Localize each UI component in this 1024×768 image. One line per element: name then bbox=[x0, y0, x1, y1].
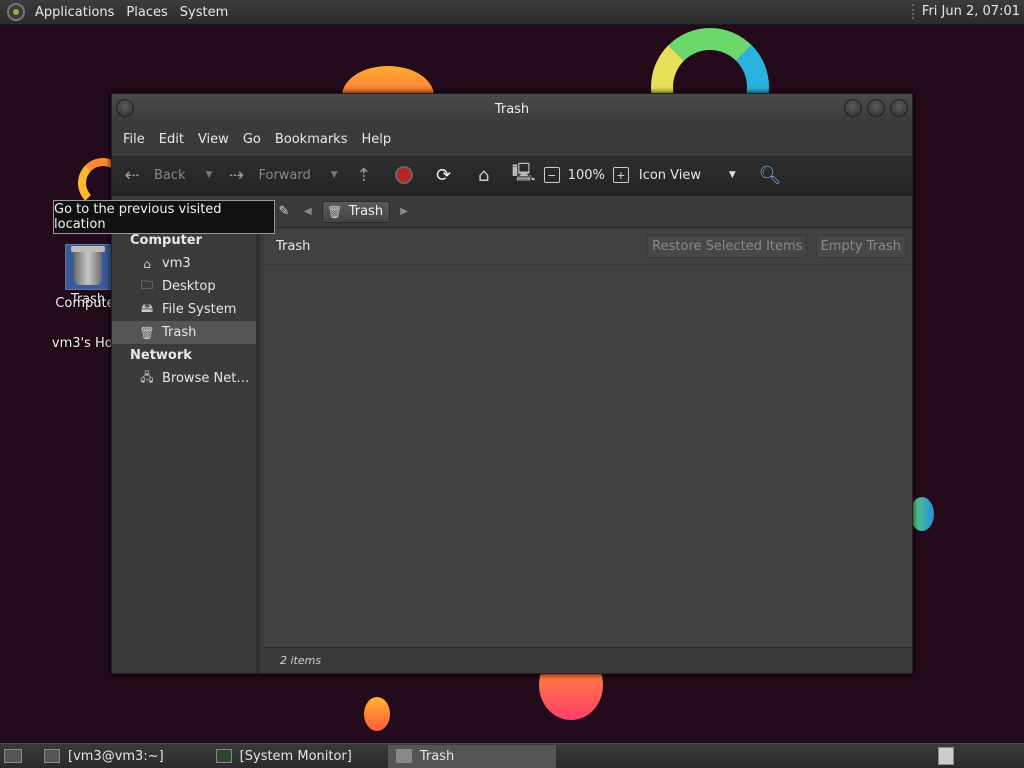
home-icon[interactable]: ⌂ bbox=[472, 163, 496, 187]
home-folder-icon: ⌂ bbox=[143, 256, 151, 271]
toolbar: ⇠ Back ▼ ⇢ Forward ▼ ⇡ ⟳ ⌂ 🖳 − 100% + Ic… bbox=[112, 154, 912, 196]
drive-icon: 🖴︎ bbox=[140, 301, 154, 315]
zoom-level: 100% bbox=[567, 167, 605, 183]
task-system-monitor[interactable]: [System Monitor] bbox=[208, 745, 360, 768]
top-panel: Applications Places System Fri Jun 2, 07… bbox=[0, 0, 1024, 25]
menu-help[interactable]: Help bbox=[354, 132, 398, 147]
menu-file[interactable]: File bbox=[116, 132, 152, 147]
sidebar-item-label: Desktop bbox=[162, 279, 216, 294]
menu-edit[interactable]: Edit bbox=[152, 132, 191, 147]
zoom-out-icon[interactable]: − bbox=[543, 167, 560, 183]
workspace-switcher[interactable] bbox=[938, 747, 954, 765]
task-label: [System Monitor] bbox=[239, 748, 352, 764]
menubar: File Edit View Go Bookmarks Help bbox=[112, 124, 912, 154]
location-edit-icon[interactable]: ✎ bbox=[272, 200, 296, 224]
trash-header: Trash Restore Selected Items Empty Trash bbox=[264, 229, 912, 265]
sidebar-item-label: Trash bbox=[162, 325, 197, 340]
stop-icon[interactable] bbox=[392, 163, 416, 187]
breadcrumb-trash[interactable]: 🗑︎ Trash bbox=[321, 200, 391, 223]
view-mode-dropdown-icon[interactable]: ▼ bbox=[729, 170, 736, 180]
back-tooltip: Go to the previous visited location bbox=[53, 200, 275, 234]
trash-icon bbox=[395, 749, 412, 763]
item-count: 2 items bbox=[280, 654, 322, 667]
task-terminal[interactable]: [vm3@vm3:~] bbox=[36, 745, 172, 768]
sidebar-item-desktop[interactable]: 🗀︎ Desktop bbox=[112, 275, 256, 298]
terminal-icon bbox=[44, 749, 60, 763]
forward-label: Forward bbox=[258, 167, 311, 183]
show-desktop-icon[interactable] bbox=[4, 749, 22, 763]
close-button[interactable] bbox=[890, 99, 908, 117]
forward-history-dropdown[interactable]: ▼ bbox=[331, 170, 338, 180]
minimize-button[interactable] bbox=[844, 99, 862, 117]
trash-icon: 🗑︎ bbox=[327, 204, 343, 219]
wallpaper-small-orange bbox=[364, 697, 390, 731]
sidebar-item-label: vm3 bbox=[162, 256, 191, 271]
restore-selected-button[interactable]: Restore Selected Items bbox=[647, 235, 808, 258]
places-menu[interactable]: Places bbox=[122, 5, 175, 20]
reload-icon[interactable]: ⟳ bbox=[432, 163, 456, 187]
window-menu-button[interactable] bbox=[116, 99, 134, 117]
system-menu[interactable]: System bbox=[176, 5, 236, 20]
titlebar[interactable]: Trash bbox=[112, 94, 912, 124]
zoom-in-icon[interactable]: + bbox=[612, 167, 629, 183]
forward-button[interactable]: ⇢ Forward bbox=[224, 163, 311, 187]
back-arrow-icon: ⇠ bbox=[124, 164, 140, 186]
sidebar-item-label: Browse Net… bbox=[162, 371, 250, 386]
sidebar-item-browse-network[interactable]: 🖧︎ Browse Net… bbox=[112, 367, 256, 390]
menu-go[interactable]: Go bbox=[236, 132, 268, 147]
computer-icon[interactable]: 🖳 bbox=[512, 162, 536, 187]
trash-heading: Trash bbox=[276, 239, 311, 254]
task-trash[interactable]: Trash bbox=[387, 744, 556, 768]
status-bar: 2 items bbox=[264, 647, 912, 673]
sidebar-item-trash[interactable]: 🗑︎ Trash bbox=[112, 321, 256, 344]
search-icon[interactable]: 🔍︎ bbox=[758, 163, 782, 187]
menu-view[interactable]: View bbox=[191, 132, 236, 147]
sidebar-item-label: File System bbox=[162, 302, 237, 317]
menu-bookmarks[interactable]: Bookmarks bbox=[268, 132, 355, 147]
clock[interactable]: Fri Jun 2, 07:01 bbox=[911, 4, 1020, 19]
breadcrumb-label: Trash bbox=[348, 204, 384, 219]
network-icon: 🖧︎ bbox=[140, 370, 154, 384]
back-button[interactable]: ⇠ Back bbox=[120, 163, 186, 187]
empty-trash-button[interactable]: Empty Trash bbox=[815, 235, 906, 258]
window-title: Trash bbox=[494, 101, 530, 117]
applications-menu[interactable]: Applications bbox=[31, 5, 122, 20]
task-label: Trash bbox=[419, 748, 455, 764]
sidebar-item-file-system[interactable]: 🖴︎ File System bbox=[112, 298, 256, 321]
forward-arrow-icon: ⇢ bbox=[228, 164, 245, 186]
up-arrow-icon[interactable]: ⇡ bbox=[352, 163, 376, 187]
desktop-folder-icon: 🗀︎ bbox=[140, 278, 153, 292]
breadcrumb-right-arrow[interactable]: ▶ bbox=[400, 206, 408, 217]
view-mode-select[interactable]: Icon View bbox=[639, 168, 725, 183]
trash-icon: 🗑︎ bbox=[139, 325, 155, 340]
file-manager-window: Trash File Edit View Go Bookmarks Help ⇠… bbox=[111, 93, 913, 674]
distro-logo-icon[interactable] bbox=[7, 3, 25, 21]
breadcrumb-left-arrow[interactable]: ◀ bbox=[304, 206, 312, 217]
back-history-dropdown[interactable]: ▼ bbox=[206, 170, 213, 180]
maximize-button[interactable] bbox=[867, 99, 885, 117]
sidebar-item-vm3[interactable]: ⌂ vm3 bbox=[112, 252, 256, 275]
sidebar: Computer ⌂ vm3 🗀︎ Desktop 🖴︎ File System… bbox=[112, 229, 260, 673]
back-label: Back bbox=[154, 167, 186, 183]
file-view[interactable]: Trash Restore Selected Items Empty Trash… bbox=[264, 229, 912, 673]
bottom-panel: [vm3@vm3:~] [System Monitor] Trash bbox=[0, 743, 1024, 768]
task-label: [vm3@vm3:~] bbox=[68, 748, 164, 764]
wallpaper-green-blue bbox=[910, 497, 934, 531]
trash-icon bbox=[65, 244, 111, 290]
system-monitor-icon bbox=[215, 749, 232, 763]
sidebar-heading-network: Network bbox=[130, 348, 192, 363]
